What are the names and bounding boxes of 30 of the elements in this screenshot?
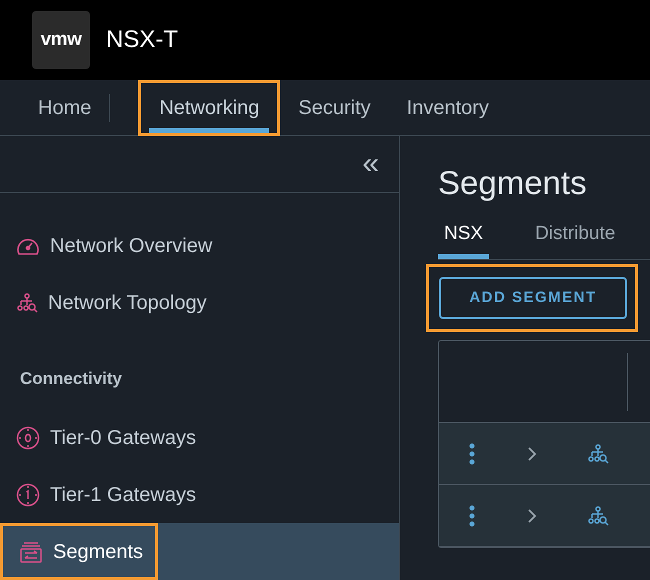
sidebar-item[interactable]: Network Overview	[0, 217, 399, 274]
sidebar-item[interactable]: Network Topology	[0, 274, 399, 331]
sidebar-item[interactable]: Tier-1 Gateways	[0, 466, 399, 523]
sidebar-label: Segments	[53, 540, 144, 564]
sidebar-item[interactable]: Tier-0 Gateways	[0, 409, 399, 466]
segments-icon	[19, 540, 43, 562]
page-title: Segments	[438, 163, 588, 203]
logo: vmw	[32, 11, 90, 69]
product-name: NSX-T	[106, 25, 178, 55]
add-segment-button[interactable]: ADD SEGMENT	[439, 277, 627, 319]
nav-tab[interactable]: Security	[288, 80, 381, 136]
topology-icon	[587, 504, 609, 526]
more-icon[interactable]	[469, 504, 475, 526]
topology-icon	[587, 442, 609, 464]
sidebar-label: Tier-0 Gateways	[50, 426, 196, 450]
sidebar-label: Tier-1 Gateways	[50, 482, 196, 508]
collapse-button[interactable]: «	[362, 149, 379, 179]
sidebar-item[interactable]: Segments	[0, 523, 399, 580]
nav-tab[interactable]: Networking	[149, 82, 270, 132]
tab[interactable]: Distribute	[529, 220, 622, 259]
sidebar-label: Network Overview	[50, 234, 212, 258]
more-icon[interactable]	[469, 442, 475, 464]
gateway-icon	[16, 426, 40, 450]
section-heading: Connectivity	[20, 368, 122, 390]
tab[interactable]: NSX	[438, 220, 490, 259]
sidebar-label: Network Topology	[48, 290, 207, 316]
gateway-icon	[16, 482, 40, 506]
nav-tab[interactable]: Home	[28, 80, 102, 136]
topology-icon	[16, 292, 38, 314]
nav-tab[interactable]: Inventory	[396, 80, 499, 136]
